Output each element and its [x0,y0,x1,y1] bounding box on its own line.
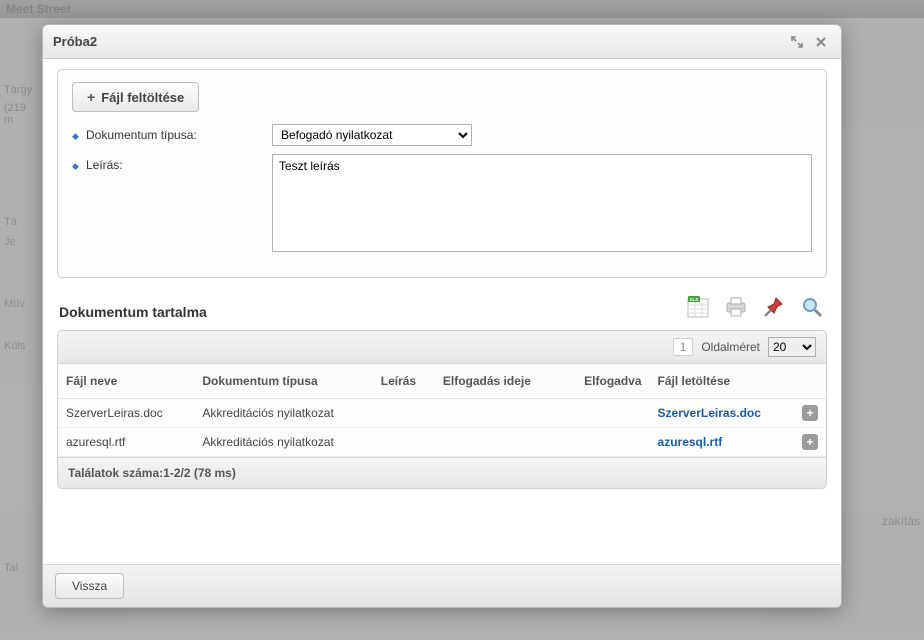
page-size-select[interactable]: 20 [768,337,816,357]
pin-icon[interactable] [761,294,787,320]
export-xls-icon[interactable]: XLS [685,294,711,320]
action-icon-bar: XLS [685,294,825,320]
form-row-doc-type: ◆ Dokumentum típusa: Befogadó nyilatkoza… [72,124,812,146]
modal-titlebar: Próba2 [43,25,841,59]
modal-title-text: Próba2 [53,34,97,49]
modal-dialog: Próba2 + Fájl feltöltése ◆ Dokumentum tí… [42,24,842,608]
cell-accepted [561,399,650,428]
search-icon[interactable] [799,294,825,320]
col-desc[interactable]: Leírás [373,364,435,399]
grid-pager: 1 Oldalméret 20 [58,331,826,364]
page-size-label: Oldalméret [701,340,760,354]
svg-text:XLS: XLS [690,297,699,302]
cell-filename: azuresql.rtf [58,428,194,457]
doc-type-label: Dokumentum típusa: [86,128,197,142]
col-download[interactable]: Fájl letöltése [650,364,794,399]
cell-accepted [561,428,650,457]
section-header-row: Dokumentum tartalma XLS [57,294,827,320]
doc-type-select[interactable]: Befogadó nyilatkozat [272,124,472,146]
table-row: SzerverLeiras.doc Akkreditációs nyilatko… [58,399,826,428]
form-panel: + Fájl feltöltése ◆ Dokumentum típusa: B… [57,69,827,278]
maximize-icon[interactable] [787,32,807,52]
cell-doc-type: Akkreditációs nyilatkozat [194,399,372,428]
modal-body: + Fájl feltöltése ◆ Dokumentum típusa: B… [43,59,841,564]
cell-doc-type: Akkreditációs nyilatkozat [194,428,372,457]
col-doc-type[interactable]: Dokumentum típusa [194,364,372,399]
form-row-description: ◆ Leírás: [72,154,812,255]
download-link[interactable]: SzerverLeiras.doc [658,406,761,420]
col-filename[interactable]: Fájl neve [58,364,194,399]
cell-filename: SzerverLeiras.doc [58,399,194,428]
diamond-icon: ◆ [72,131,80,139]
plus-icon: + [87,89,95,105]
grid-panel: 1 Oldalméret 20 Fájl neve Dokumentum típ… [57,330,827,489]
expand-row-button[interactable]: + [802,434,818,450]
page-number[interactable]: 1 [673,338,694,356]
col-accepted[interactable]: Elfogadva [561,364,650,399]
cell-accepted-at [435,399,561,428]
table-row: azuresql.rtf Akkreditációs nyilatkozat a… [58,428,826,457]
print-icon[interactable] [723,294,749,320]
cell-accepted-at [435,428,561,457]
cell-desc [373,399,435,428]
table-header-row: Fájl neve Dokumentum típusa Leírás Elfog… [58,364,826,399]
col-accepted-at[interactable]: Elfogadás ideje [435,364,561,399]
upload-file-button[interactable]: + Fájl feltöltése [72,82,199,112]
download-link[interactable]: azuresql.rtf [658,435,723,449]
data-table: Fájl neve Dokumentum típusa Leírás Elfog… [58,364,826,457]
back-button[interactable]: Vissza [55,573,124,599]
modal-footer: Vissza [43,564,841,607]
close-icon[interactable] [811,32,831,52]
description-textarea[interactable] [272,154,812,252]
cell-desc [373,428,435,457]
diamond-icon: ◆ [72,161,80,169]
description-label: Leírás: [86,158,123,172]
grid-result-count: Találatok száma:1-2/2 (78 ms) [58,457,826,488]
expand-row-button[interactable]: + [802,405,818,421]
back-button-label: Vissza [72,579,107,593]
section-title: Dokumentum tartalma [59,304,207,320]
upload-button-label: Fájl feltöltése [101,90,184,105]
